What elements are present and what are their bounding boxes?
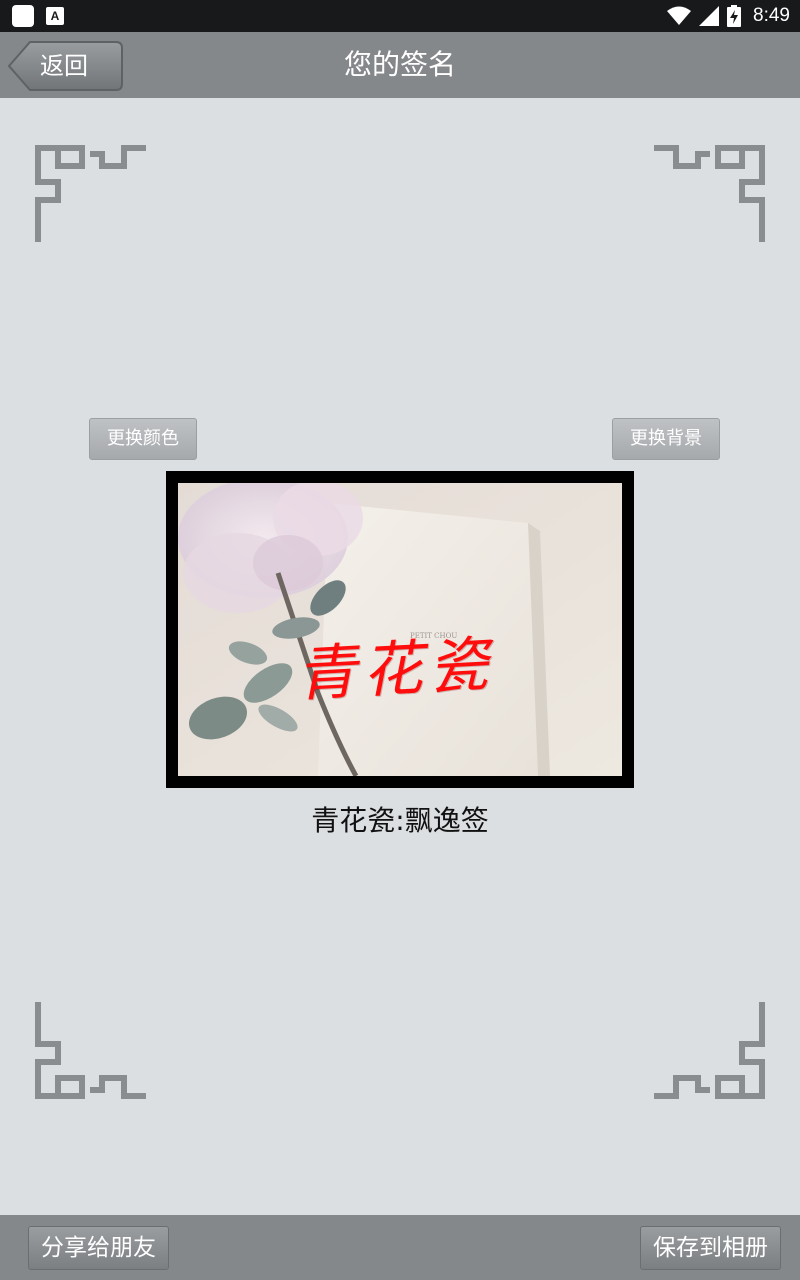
signature-frame: PETIT CHOU 青花瓷 [166, 471, 634, 788]
back-button[interactable]: 返回 [8, 41, 124, 91]
battery-charging-icon [727, 5, 742, 27]
corner-ornament-top-right [654, 145, 765, 242]
signature-caption: 青花瓷:飘逸签 [311, 804, 489, 837]
signature-background-image: PETIT CHOU 青花瓷 [178, 483, 622, 776]
share-button[interactable]: 分享给朋友 [28, 1226, 169, 1270]
notification-a-icon: A [46, 7, 64, 25]
status-bar: A 8:49 [0, 0, 800, 32]
status-icons: 8:49 [667, 0, 790, 32]
corner-ornament-top-left [35, 145, 146, 242]
app-icon [12, 5, 34, 27]
wifi-icon [667, 6, 692, 25]
bottom-bar: 分享给朋友 保存到相册 [0, 1215, 800, 1280]
change-background-button[interactable]: 更换背景 [612, 418, 720, 460]
back-label: 返回 [40, 52, 88, 80]
save-to-album-button[interactable]: 保存到相册 [640, 1226, 781, 1270]
change-color-button[interactable]: 更换颜色 [89, 418, 197, 460]
status-time: 8:49 [753, 5, 790, 26]
signature-text: 青花瓷 [294, 629, 496, 711]
corner-ornament-bottom-right [654, 1002, 765, 1099]
title-bar: 您的签名 返回 [0, 32, 800, 98]
signal-icon [699, 6, 720, 26]
corner-ornament-bottom-left [35, 1002, 146, 1099]
